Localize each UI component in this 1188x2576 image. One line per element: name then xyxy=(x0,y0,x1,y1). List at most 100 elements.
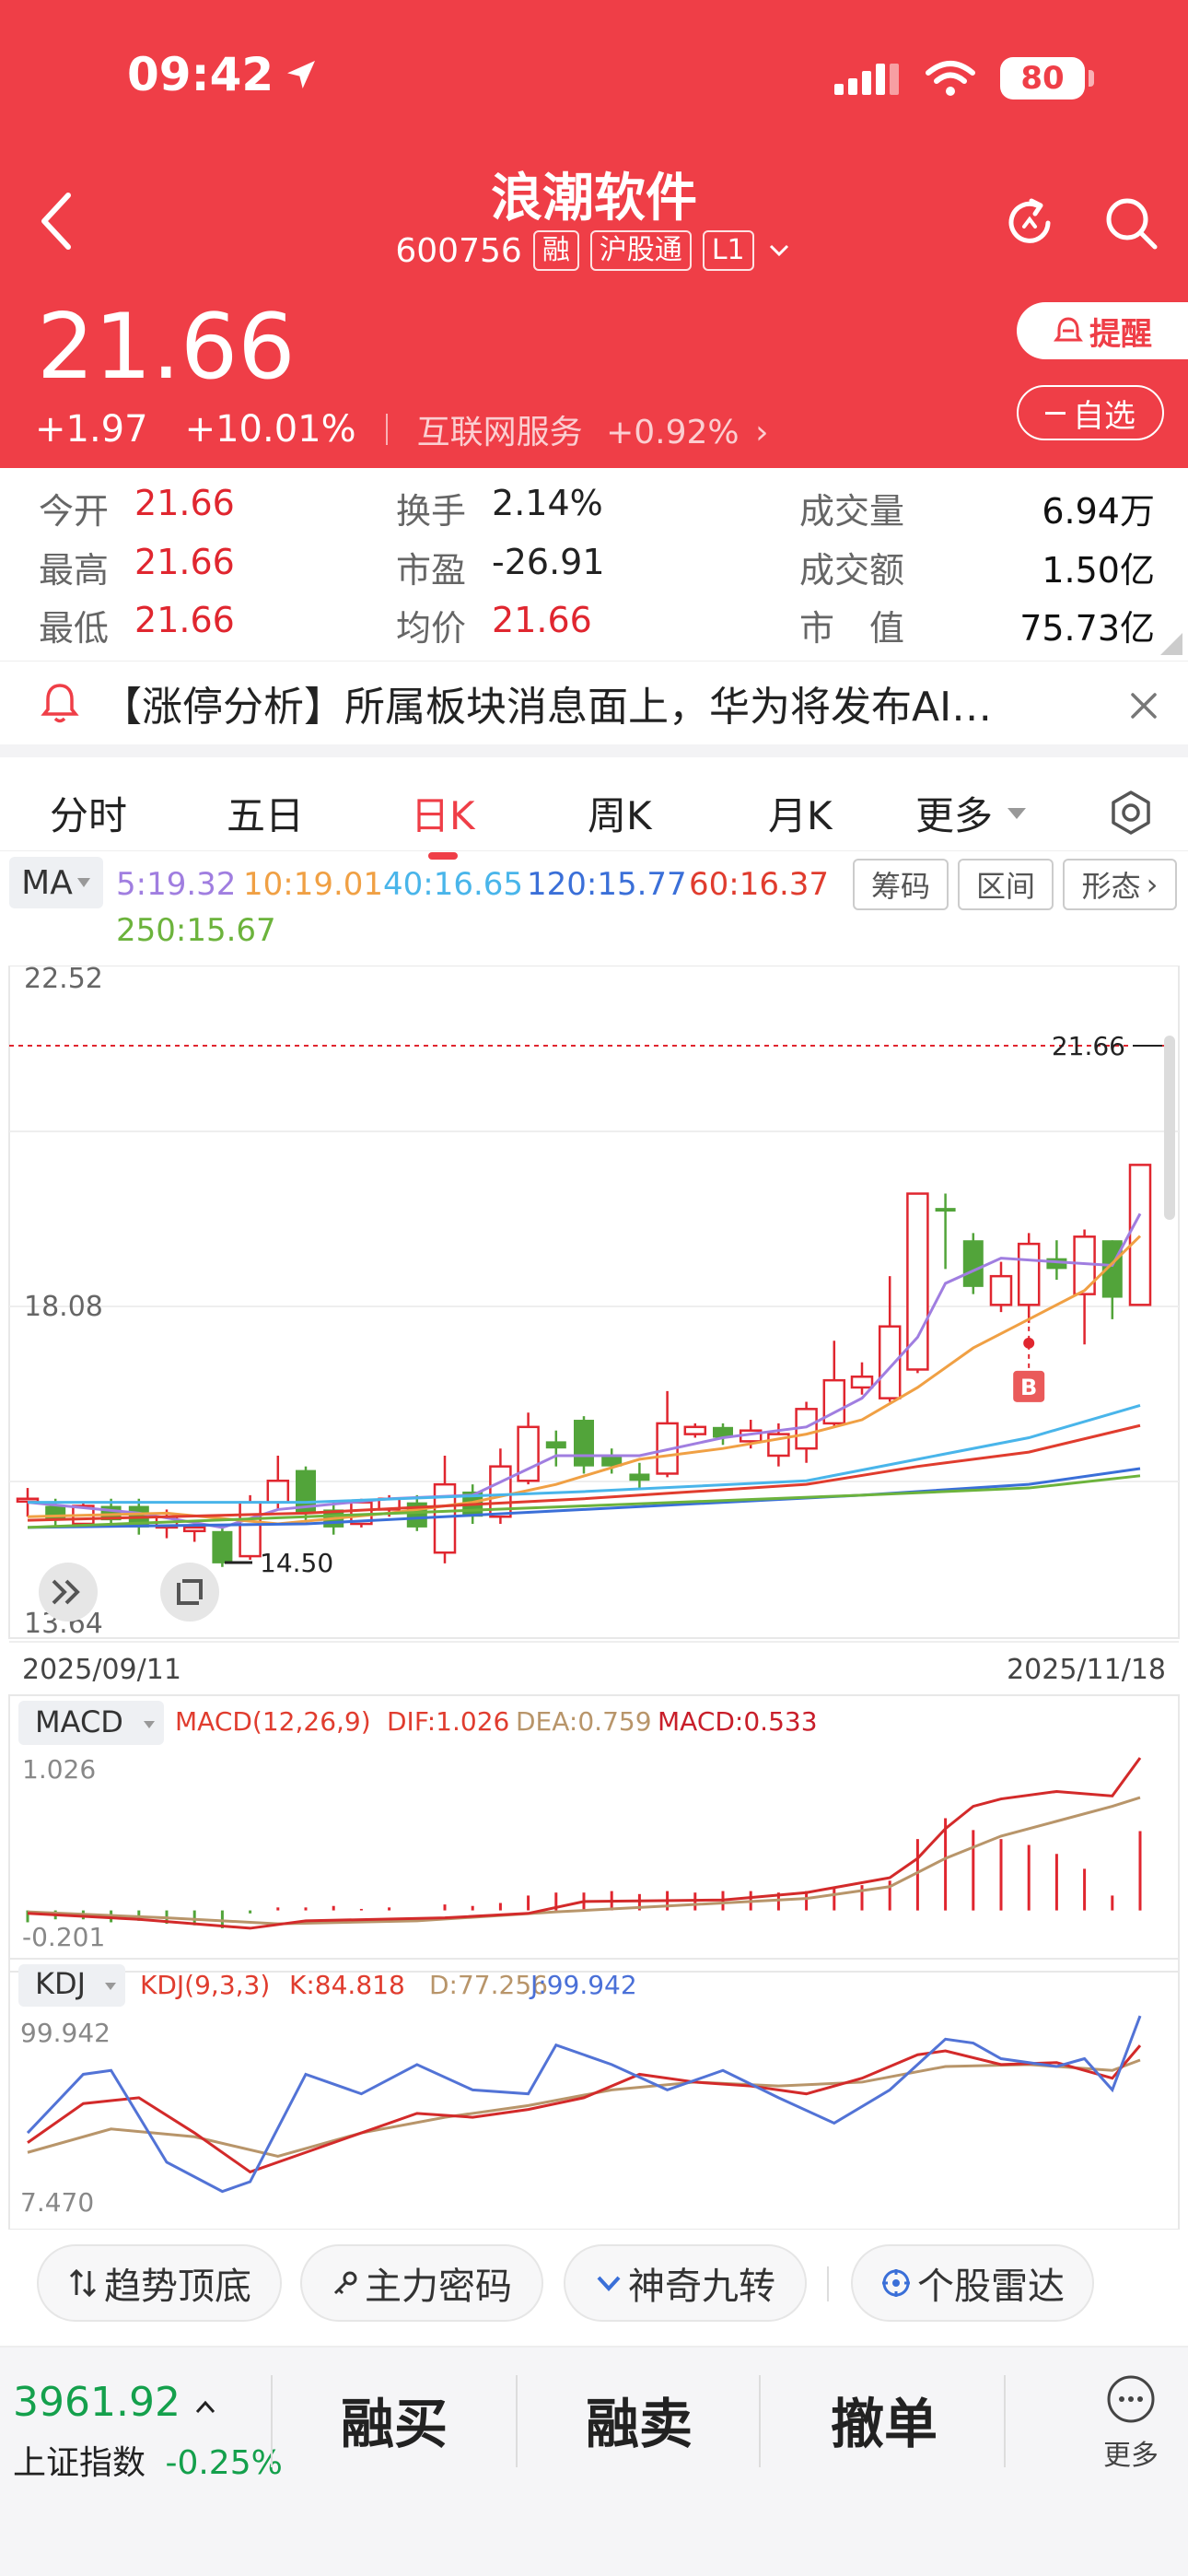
kdj-bottom-label: 7.470 xyxy=(20,2187,94,2218)
candle-body xyxy=(878,1325,902,1399)
candle-body xyxy=(989,1274,1013,1306)
level-tag[interactable]: L1 xyxy=(702,230,754,271)
tab-more[interactable]: 更多 xyxy=(915,785,1028,841)
tab-five-day[interactable]: 五日 xyxy=(227,785,304,841)
last-price-label: 21.66 xyxy=(1052,1031,1125,1061)
candle-body xyxy=(962,1240,984,1287)
chevron-up-icon xyxy=(195,2400,215,2414)
quote-mcap-label: 市 值 xyxy=(799,608,905,649)
candle-body xyxy=(629,1473,650,1481)
radar-icon xyxy=(882,2269,910,2297)
kdj-j-line xyxy=(26,2015,1142,2194)
cancel-order-button[interactable]: 撤单 xyxy=(831,2381,938,2458)
tool-radar[interactable]: 个股雷达 xyxy=(851,2244,1094,2322)
news-text: 【涨停分析】所属板块消息面上，华为将发布AI… xyxy=(101,684,993,731)
more-dots-icon xyxy=(1107,2375,1155,2423)
close-icon[interactable] xyxy=(1127,689,1160,722)
kdj-k-line xyxy=(27,2044,1142,2174)
ma10-value: 10:19.01 xyxy=(243,866,384,903)
candle-body xyxy=(683,1425,707,1435)
chart-scrollbar[interactable] xyxy=(1164,1036,1175,1220)
index-widget[interactable]: 3961.92 xyxy=(13,2379,217,2426)
refresh-icon[interactable] xyxy=(1000,193,1059,252)
candle-body xyxy=(433,1482,457,1554)
tab-weekly-k[interactable]: 周K xyxy=(588,785,652,841)
tab-timeshare[interactable]: 分时 xyxy=(50,785,127,841)
quote-amount-label: 成交额 xyxy=(799,550,905,591)
tab-daily-k[interactable]: 日K xyxy=(411,785,475,860)
alarm-icon xyxy=(1054,317,1083,342)
divider xyxy=(1004,2375,1006,2467)
change-row: +1.97 +10.01% 互联网服务 +0.92% › xyxy=(35,405,768,453)
tool-nine-turn[interactable]: 神奇九转 xyxy=(564,2244,807,2322)
key-icon xyxy=(333,2271,357,2295)
index-name-row: 上证指数 -0.25% xyxy=(13,2436,283,2484)
divider xyxy=(516,2375,518,2467)
chip-pattern[interactable]: 形态 › xyxy=(1063,859,1177,910)
minus-icon xyxy=(1045,411,1066,415)
buy-marker-label: B xyxy=(1020,1375,1037,1400)
alert-button[interactable]: 提醒 xyxy=(1017,302,1188,359)
candle-body xyxy=(545,1441,566,1449)
divider xyxy=(271,2375,273,2467)
chevron-down-icon[interactable] xyxy=(765,237,793,264)
sector-link[interactable]: 互联网服务 +0.92% › xyxy=(417,405,769,453)
more-button[interactable]: 更多 xyxy=(1103,2373,1159,2473)
ma-legend: MA 5:19.32 10:19.01 40:16.65 120:15.77 6… xyxy=(0,857,1188,958)
ma60-value: 60:16.37 xyxy=(689,866,830,903)
candle-body xyxy=(850,1376,874,1389)
margin-sell-button[interactable]: 融卖 xyxy=(586,2381,693,2458)
ma-select-label: MA xyxy=(21,863,73,902)
quote-high: 最高 21.66 xyxy=(39,542,235,591)
tab-more-label: 更多 xyxy=(915,793,994,838)
end-date-label: 2025/11/18 xyxy=(1007,1654,1166,1686)
ma40-value: 40:16.65 xyxy=(383,866,524,903)
expand-corner-icon[interactable] xyxy=(1160,633,1182,655)
ma120-value: 120:15.77 xyxy=(527,866,687,903)
bottom-trade-bar: 3961.92 上证指数 -0.25% 融买 融卖 撤单 更多 xyxy=(0,2346,1188,2576)
price-change: +1.97 xyxy=(35,408,148,451)
candle-body xyxy=(266,1480,290,1504)
watch-label: 自选 xyxy=(1073,397,1136,435)
kline-chart[interactable]: 22.52 18.08 13.64 21.66 14.50 B 2025/09/… xyxy=(0,966,1188,2230)
candle-body xyxy=(182,1526,206,1533)
chip-range[interactable]: 区间 xyxy=(958,859,1054,910)
news-banner[interactable]: 【涨停分析】所属板块消息面上，华为将发布AI… xyxy=(0,662,1188,757)
kdj-j: J:99.942 xyxy=(529,1970,637,2000)
tool-nine-turn-label: 神奇九转 xyxy=(628,2266,775,2308)
stock-code: 600756 xyxy=(395,231,522,270)
kdj-d-line xyxy=(27,2058,1141,2159)
battery-indicator: 80 xyxy=(1000,57,1094,100)
tool-trend-label: 趋势顶底 xyxy=(104,2266,251,2308)
index-value: 3961.92 xyxy=(13,2379,181,2426)
candle-body xyxy=(239,1501,262,1558)
quote-mcap: 75.73亿 xyxy=(1019,608,1155,649)
tool-trend[interactable]: 趋势顶底 xyxy=(37,2244,282,2322)
tool-main-force[interactable]: 主力密码 xyxy=(300,2244,543,2322)
alert-label: 提醒 xyxy=(1089,315,1152,353)
tab-monthly-k[interactable]: 月K xyxy=(768,785,833,841)
wifi-icon xyxy=(926,61,975,96)
min-price-label: 14.50 xyxy=(260,1548,333,1578)
macd-panel-frame xyxy=(8,1694,1180,1973)
watchlist-button[interactable]: 自选 xyxy=(1017,385,1164,440)
index-pct: -0.25% xyxy=(165,2444,283,2482)
quote-volume: 6.94万 xyxy=(1042,491,1155,532)
expand-panel-button[interactable] xyxy=(39,1563,98,1622)
y-mid-label: 18.08 xyxy=(24,1291,103,1323)
quote-amount: 1.50亿 xyxy=(1042,550,1155,591)
search-icon[interactable] xyxy=(1101,193,1160,252)
buy-marker-dot xyxy=(1023,1337,1035,1349)
tool-divider xyxy=(827,2266,829,2301)
margin-buy-button[interactable]: 融买 xyxy=(341,2381,448,2458)
candle-body xyxy=(212,1530,233,1563)
chip-pattern-label: 形态 xyxy=(1081,869,1141,904)
kdj-selector-label: KDJ xyxy=(35,1966,86,2001)
ma-selector[interactable]: MA xyxy=(9,857,103,908)
fullscreen-button[interactable] xyxy=(160,1563,219,1622)
settings-hexagon-icon[interactable] xyxy=(1107,789,1155,837)
candle-body xyxy=(1128,1164,1152,1306)
chip-distribution[interactable]: 筹码 xyxy=(853,859,949,910)
more-label: 更多 xyxy=(1103,2440,1159,2472)
quote-turnover: 换手 2.14% xyxy=(396,483,603,532)
